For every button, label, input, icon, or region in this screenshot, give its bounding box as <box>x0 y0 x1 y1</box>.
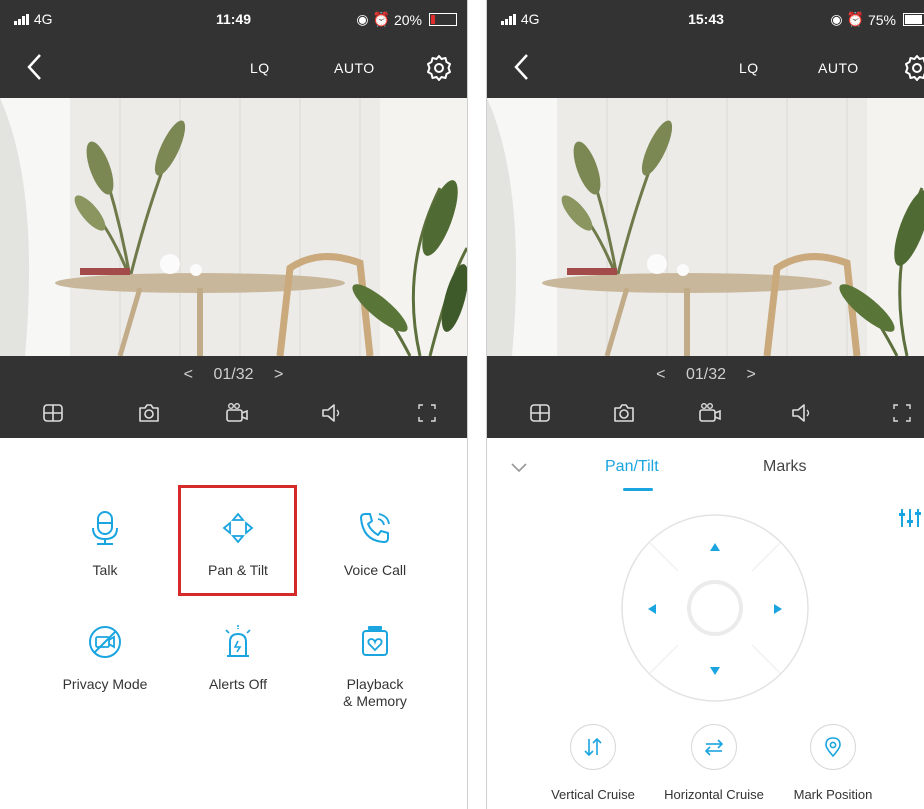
talk-button[interactable]: Talk <box>45 508 165 579</box>
vertical-cruise-button[interactable]: Vertical Cruise <box>523 724 663 802</box>
control-tabs: Pan/Tilt Marks <box>487 438 924 527</box>
next-camera-button[interactable]: > <box>746 366 755 383</box>
top-nav: LQ AUTO <box>487 38 924 98</box>
status-bar: 4G 15:43 ◉ ⏰ 75% <box>487 0 924 38</box>
next-camera-button[interactable]: > <box>274 366 283 383</box>
speaker-volume-icon[interactable] <box>320 400 346 426</box>
tab-pan-tilt[interactable]: Pan/Tilt <box>605 458 659 476</box>
privacy-mode-button[interactable]: Privacy Mode <box>45 622 165 693</box>
playback-memory-button[interactable]: Playback & Memory <box>315 622 435 710</box>
status-right: ◉ ⏰ 75% <box>830 11 924 28</box>
settings-gear-icon[interactable] <box>425 54 453 82</box>
camera-page-indicator: 01/32 <box>213 366 254 383</box>
live-video-image <box>487 98 924 356</box>
record-video-icon[interactable] <box>697 400 723 426</box>
prev-camera-button[interactable]: < <box>656 366 665 383</box>
alarm-icon: ⏰ <box>372 11 390 27</box>
auto-mode-button[interactable]: AUTO <box>334 60 375 76</box>
camera-pager: < 01/32 > <box>487 366 924 384</box>
camera-page-indicator: 01/32 <box>685 366 727 383</box>
tab-marks[interactable]: Marks <box>763 458 807 476</box>
snapshot-camera-icon[interactable] <box>611 400 637 426</box>
vertical-arrows-icon <box>584 737 602 757</box>
fullscreen-icon[interactable] <box>889 400 915 426</box>
orientation-lock-icon: ◉ <box>356 11 369 27</box>
right-screen: 4G 15:43 ◉ ⏰ 75% LQ AUTO < 01/32 > Pan/T… <box>486 0 924 809</box>
pan-tilt-highlight-box <box>178 485 297 596</box>
battery-icon <box>903 13 924 26</box>
speed-adjust-sliders-icon[interactable] <box>899 508 921 528</box>
auto-mode-button[interactable]: AUTO <box>818 60 859 76</box>
speaker-volume-icon[interactable] <box>790 400 816 426</box>
settings-gear-icon[interactable] <box>903 54 924 82</box>
multi-view-grid-icon[interactable] <box>40 400 66 426</box>
mark-position-button[interactable]: Mark Position <box>763 724 903 802</box>
camera-feed[interactable] <box>0 98 467 356</box>
horizontal-cruise-circle <box>691 724 737 770</box>
quality-button[interactable]: LQ <box>250 60 270 76</box>
alerts-off-label: Alerts Off <box>208 676 268 692</box>
back-chevron-icon[interactable] <box>511 52 533 82</box>
status-bar: 4G 11:49 ◉ ⏰ 20% <box>0 0 467 38</box>
top-nav: LQ AUTO <box>0 38 467 98</box>
playback-memory-label: Playback & Memory <box>343 676 407 709</box>
talk-label: Talk <box>92 562 118 578</box>
vertical-cruise-label: Vertical Cruise <box>551 787 635 802</box>
privacy-mode-label: Privacy Mode <box>62 676 148 692</box>
mark-position-circle <box>810 724 856 770</box>
live-video-image <box>0 98 467 356</box>
quality-button[interactable]: LQ <box>739 60 759 76</box>
orientation-lock-icon: ◉ <box>830 11 843 27</box>
left-screen: 4G 11:49 ◉ ⏰ 20% LQ AUTO < 01/32 > Talk … <box>0 0 468 809</box>
vertical-cruise-circle <box>570 724 616 770</box>
microphone-icon <box>92 511 118 545</box>
phone-call-icon <box>360 513 390 543</box>
voice-call-label: Voice Call <box>343 562 407 578</box>
collapse-chevron-down-icon[interactable] <box>511 463 527 473</box>
mark-position-label: Mark Position <box>793 787 873 802</box>
snapshot-camera-icon[interactable] <box>136 400 162 426</box>
privacy-camera-off-icon <box>89 626 121 658</box>
location-pin-icon <box>825 737 841 758</box>
video-control-bar: < 01/32 > <box>487 356 924 438</box>
prev-camera-button[interactable]: < <box>184 366 193 383</box>
status-right: ◉ ⏰ 20% <box>356 11 457 28</box>
battery-percent: 20% <box>393 11 422 28</box>
horizontal-arrows-icon <box>704 739 724 756</box>
record-video-icon[interactable] <box>224 400 250 426</box>
fullscreen-icon[interactable] <box>414 400 440 426</box>
playback-heart-icon <box>362 626 388 656</box>
pan-tilt-joystick[interactable] <box>620 513 810 703</box>
camera-feed[interactable] <box>487 98 924 356</box>
multi-view-grid-icon[interactable] <box>527 400 553 426</box>
video-toolbar <box>0 400 467 430</box>
battery-icon <box>429 13 457 26</box>
alerts-off-button[interactable]: Alerts Off <box>178 622 298 693</box>
voice-call-button[interactable]: Voice Call <box>315 508 435 579</box>
back-chevron-icon[interactable] <box>24 52 46 82</box>
alarm-siren-icon <box>225 625 251 657</box>
battery-percent: 75% <box>867 11 896 28</box>
active-tab-indicator <box>623 488 653 491</box>
camera-pager: < 01/32 > <box>0 366 467 384</box>
video-control-bar: < 01/32 > <box>0 356 467 438</box>
alarm-icon: ⏰ <box>846 11 864 27</box>
video-toolbar <box>487 400 924 430</box>
